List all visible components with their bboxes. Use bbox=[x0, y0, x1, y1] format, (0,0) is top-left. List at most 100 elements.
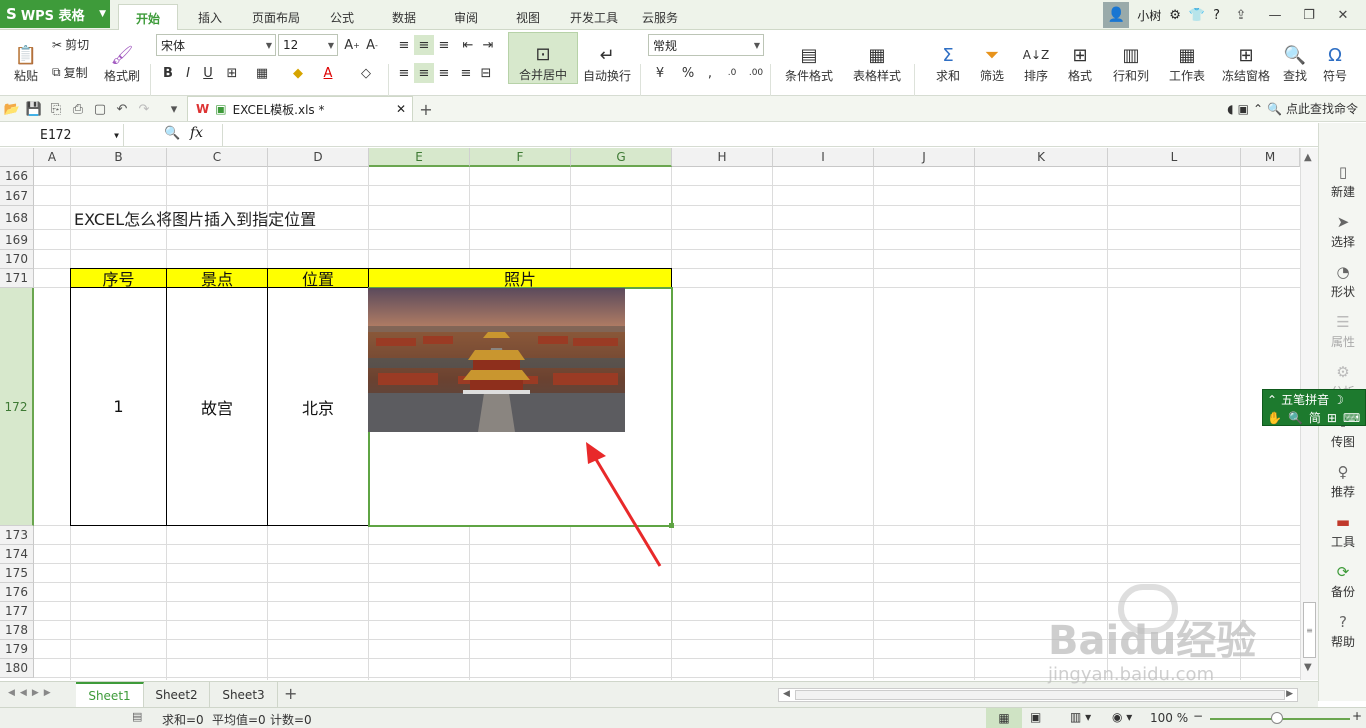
sheet-tab-3[interactable]: Sheet3 bbox=[210, 682, 278, 707]
increase-decimal-icon[interactable]: .0 bbox=[722, 63, 742, 83]
restore-ribbon-icon[interactable]: ⇪ bbox=[1228, 4, 1254, 26]
row-header-180[interactable]: 180 bbox=[0, 659, 34, 678]
sheet-tab-2[interactable]: Sheet2 bbox=[144, 682, 210, 707]
zoom-slider-thumb[interactable] bbox=[1271, 712, 1283, 724]
row-header-170[interactable]: 170 bbox=[0, 250, 34, 269]
row-header-169[interactable]: 169 bbox=[0, 230, 34, 250]
minimize-ribbon-icon[interactable]: ⌃ bbox=[1253, 102, 1263, 116]
fx-icon[interactable]: fx bbox=[190, 125, 203, 141]
header-cell-spot[interactable]: 景点 bbox=[166, 268, 268, 289]
scroll-left-icon[interactable]: ◀ bbox=[783, 689, 790, 699]
filter-button[interactable]: ⏷ 筛选 bbox=[972, 34, 1012, 84]
scroll-right-icon[interactable]: ▶ bbox=[1286, 689, 1293, 699]
tab-cloud[interactable]: 云服务 bbox=[634, 4, 686, 30]
header-cell-photo[interactable]: 照片 bbox=[368, 268, 672, 289]
bold-button[interactable]: B bbox=[158, 63, 178, 83]
skin-icon[interactable]: ⚙ bbox=[1169, 8, 1181, 23]
formula-input[interactable] bbox=[222, 124, 1318, 146]
add-sheet-icon[interactable]: + bbox=[284, 684, 297, 703]
column-header-f[interactable]: F bbox=[470, 148, 571, 167]
shirt-icon[interactable]: 👕 bbox=[1189, 8, 1205, 23]
row-header-175[interactable]: 175 bbox=[0, 564, 34, 583]
align-middle-icon[interactable]: ≡ bbox=[414, 35, 434, 55]
cloud-doc-icon[interactable]: ◖ bbox=[1227, 102, 1233, 116]
row-header-168[interactable]: 168 bbox=[0, 206, 34, 230]
maximize-button[interactable]: ❐ bbox=[1296, 4, 1322, 26]
app-menu-button[interactable]: S WPS 表格 ▼ bbox=[0, 0, 110, 28]
row-header-178[interactable]: 178 bbox=[0, 621, 34, 640]
name-box[interactable]: E172 ▼ bbox=[0, 124, 124, 146]
fill-pattern-icon[interactable]: ▦ bbox=[252, 63, 272, 83]
ime-toolbar[interactable]: ⌃ 五笔拼音 ☽ ✋ 🔍 简 ⊞ ⌨ bbox=[1262, 389, 1366, 426]
indent-decrease-icon[interactable]: ⇤ bbox=[458, 35, 478, 55]
select-all-corner[interactable] bbox=[0, 148, 34, 167]
decrease-decimal-icon[interactable]: .00 bbox=[746, 63, 766, 83]
wrap-text-button[interactable]: ↵ 自动换行 bbox=[582, 34, 632, 84]
tab-formulas[interactable]: 公式 bbox=[318, 4, 366, 30]
document-tab[interactable]: W ▣ EXCEL模板.xls * ✕ bbox=[187, 96, 413, 121]
page-break-view-icon[interactable]: ▣ bbox=[1030, 710, 1041, 724]
close-button[interactable]: ✕ bbox=[1330, 4, 1356, 26]
thousands-icon[interactable]: , bbox=[700, 63, 720, 83]
zoom-formula-icon[interactable]: 🔍 bbox=[164, 126, 180, 141]
row-header-179[interactable]: 179 bbox=[0, 640, 34, 659]
share-icon[interactable]: ▣ bbox=[1238, 102, 1249, 116]
justify-icon[interactable]: ≡ bbox=[456, 63, 476, 83]
row-header-174[interactable]: 174 bbox=[0, 545, 34, 564]
header-cell-location[interactable]: 位置 bbox=[267, 268, 369, 289]
font-size-select[interactable]: 12 ▼ bbox=[278, 34, 338, 56]
search-icon[interactable]: 🔍 bbox=[1288, 411, 1303, 425]
save-icon[interactable]: 💾 bbox=[24, 99, 44, 119]
align-bottom-icon[interactable]: ≡ bbox=[434, 35, 454, 55]
row-header-171[interactable]: 171 bbox=[0, 269, 34, 288]
open-folder-icon[interactable]: 📂 bbox=[2, 99, 22, 119]
tab-developer[interactable]: 开发工具 bbox=[562, 4, 626, 30]
page-layout-view-icon[interactable]: ▥ ▾ bbox=[1070, 710, 1091, 724]
row-header-172[interactable]: 172 bbox=[0, 288, 34, 526]
row-col-button[interactable]: ▥ 行和列 bbox=[1106, 34, 1156, 84]
column-header-e[interactable]: E bbox=[369, 148, 470, 167]
scroll-up-icon[interactable]: ▲ bbox=[1304, 152, 1312, 163]
column-header-l[interactable]: L bbox=[1108, 148, 1241, 167]
header-cell-no[interactable]: 序号 bbox=[70, 268, 167, 289]
keyboard-icon[interactable]: ⌨ bbox=[1343, 411, 1360, 425]
indent-increase-icon[interactable]: ⇥ bbox=[478, 35, 498, 55]
column-header-k[interactable]: K bbox=[975, 148, 1108, 167]
sidebar-item-tools[interactable]: ▬ 工具 bbox=[1319, 513, 1366, 550]
minimize-button[interactable]: — bbox=[1262, 4, 1288, 26]
sum-button[interactable]: Σ 求和 bbox=[928, 34, 968, 84]
customize-chevron-icon[interactable]: ▾ bbox=[164, 99, 184, 119]
percent-icon[interactable]: % bbox=[678, 63, 698, 83]
avatar[interactable]: 👤 bbox=[1103, 2, 1130, 28]
format-painter-button[interactable]: 🖌 格式刷 bbox=[102, 34, 142, 84]
paste-button[interactable]: 📋 粘贴 bbox=[6, 34, 46, 84]
column-header-g[interactable]: G bbox=[571, 148, 672, 167]
column-header-j[interactable]: J bbox=[874, 148, 975, 167]
ime-mode-label[interactable]: 五笔拼音 bbox=[1281, 391, 1329, 408]
tab-home[interactable]: 开始 bbox=[118, 4, 178, 31]
zoom-in-icon[interactable]: + bbox=[1352, 709, 1362, 723]
user-name[interactable]: 小树 bbox=[1137, 7, 1161, 24]
zoom-out-icon[interactable]: − bbox=[1193, 709, 1203, 723]
column-header-a[interactable]: A bbox=[34, 148, 71, 167]
hand-icon[interactable]: ✋ bbox=[1267, 411, 1282, 425]
currency-icon[interactable]: ¥ bbox=[650, 63, 670, 83]
sort-button[interactable]: A↓Z 排序 bbox=[1016, 34, 1056, 84]
align-left-icon[interactable]: ≡ bbox=[394, 63, 414, 83]
font-color-icon[interactable]: A bbox=[318, 63, 338, 83]
print-preview-icon[interactable]: ▢ bbox=[90, 99, 110, 119]
new-tab-icon[interactable]: + bbox=[416, 99, 436, 119]
row-header-166[interactable]: 166 bbox=[0, 167, 34, 186]
print-icon[interactable]: ⎙ bbox=[68, 99, 88, 119]
border-icon[interactable]: ⊞ bbox=[222, 63, 242, 83]
tab-insert[interactable]: 插入 bbox=[184, 4, 236, 30]
freeze-panes-button[interactable]: ⊞ 冻结窗格 bbox=[1218, 34, 1274, 84]
help-icon[interactable]: ? bbox=[1213, 8, 1220, 23]
horizontal-scrollbar[interactable]: ◀ ▶ bbox=[778, 688, 1298, 702]
fill-color-icon[interactable]: ◆ bbox=[288, 63, 308, 83]
find-command-box[interactable]: ◖ ▣ ⌃ 🔍 点此查找命令 bbox=[1227, 100, 1358, 117]
cell-spot[interactable]: 故宫 bbox=[166, 287, 268, 526]
format-button[interactable]: ⊞ 格式 bbox=[1060, 34, 1100, 84]
symbol-button[interactable]: Ω 符号 bbox=[1318, 34, 1352, 84]
sidebar-item-properties[interactable]: ☰ 属性 bbox=[1319, 313, 1366, 350]
